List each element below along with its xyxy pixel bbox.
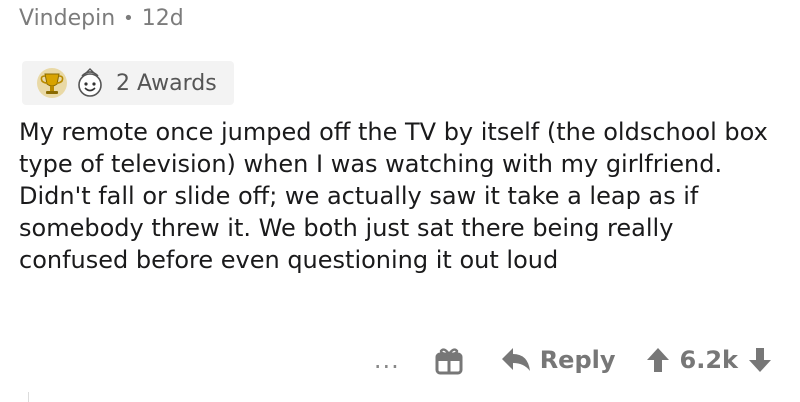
comment-meta: Vindepin • 12d [19, 6, 184, 31]
comment: Vindepin • 12d 2 Awards My remote once j… [0, 0, 800, 402]
author-name[interactable]: Vindepin [19, 6, 115, 31]
more-options-button[interactable]: ... [374, 348, 400, 372]
awards-count: 2 Awards [116, 70, 217, 96]
reply-label: Reply [539, 346, 616, 374]
comment-actions: ... Reply 6.2k [374, 336, 772, 384]
meta-separator: • [123, 8, 134, 29]
comment-age: 12d [141, 6, 184, 31]
awards-badge[interactable]: 2 Awards [22, 61, 234, 105]
reply-button[interactable]: Reply [500, 346, 616, 374]
downvote-arrow-icon[interactable] [748, 347, 772, 373]
thread-line[interactable] [28, 392, 29, 402]
upvote-arrow-icon[interactable] [646, 347, 670, 373]
vote-score: 6.2k [679, 346, 738, 374]
reply-arrow-icon [500, 346, 532, 374]
vote-controls: 6.2k [646, 346, 772, 374]
comment-body: My remote once jumped off the TV by itse… [19, 118, 768, 274]
gift-icon[interactable] [434, 345, 464, 375]
gold-trophy-award-icon [36, 67, 68, 99]
wholesome-seal-award-icon [74, 67, 106, 99]
